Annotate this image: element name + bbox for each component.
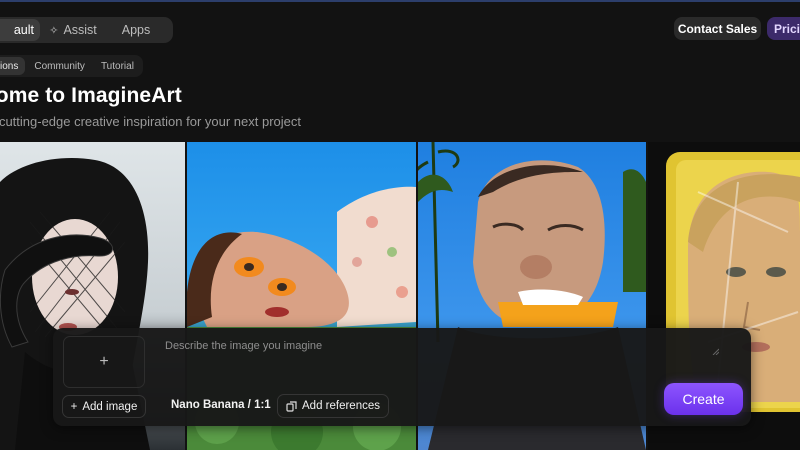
page-title: come to ImagineArt [0,84,182,107]
plus-icon: + [99,353,109,370]
tab-community[interactable]: Community [27,57,92,75]
add-references-label: Add references [302,400,380,412]
mode-assist-label: Assist [63,23,97,37]
contact-sales-button[interactable]: Contact Sales [674,17,761,40]
create-button[interactable]: Create [664,383,743,415]
images-icon [286,400,297,412]
add-image-label: Add image [82,400,138,413]
model-selector[interactable]: Nano Banana / 1:1 [171,399,271,411]
pricing-button[interactable]: Pricir [767,17,800,40]
prompt-composer: + + Add image Describe the image you ima… [53,328,751,426]
page-subtitle: r cutting-edge creative inspiration for … [0,114,301,129]
mode-switch: ault ✧ Assist Apps [0,17,173,43]
tab-tutorial[interactable]: Tutorial [94,57,141,75]
plus-icon: + [70,400,78,413]
sparkle-icon: ✧ [49,24,59,37]
mode-default-tab[interactable]: ault [0,19,40,41]
tab-inspirations[interactable]: ions [0,57,26,75]
image-drop-zone[interactable]: + [63,336,145,388]
mode-assist-tab[interactable]: ✧ Assist [40,19,106,41]
add-image-button[interactable]: + Add image [62,395,146,418]
prompt-input[interactable]: Describe the image you imagine [165,340,322,352]
add-references-button[interactable]: Add references [277,394,389,418]
top-accent-line [0,0,800,2]
section-tabs: ions Community Tutorial [0,55,143,77]
resize-handle-icon[interactable] [712,348,719,355]
mode-apps-tab[interactable]: Apps [106,19,166,41]
